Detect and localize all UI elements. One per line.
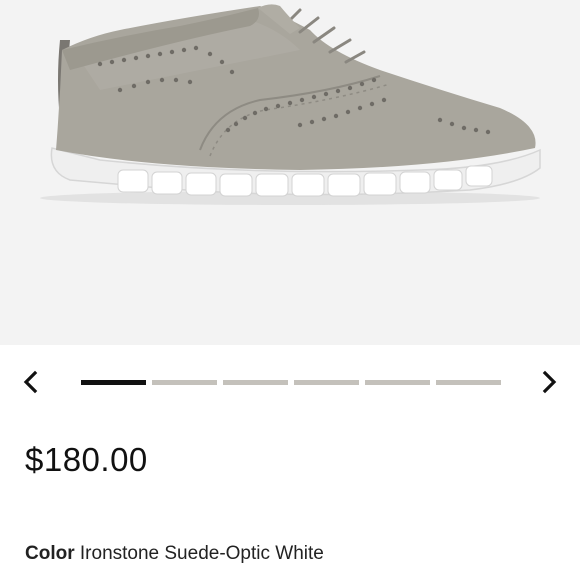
carousel-indicator-2[interactable] bbox=[152, 380, 217, 385]
product-price: $180.00 bbox=[25, 441, 148, 478]
product-color: Color Ironstone Suede-Optic White bbox=[25, 542, 324, 566]
chevron-right-icon[interactable] bbox=[536, 369, 562, 395]
carousel-indicator-5[interactable] bbox=[365, 380, 430, 385]
image-carousel-controls bbox=[0, 345, 580, 420]
product-page: $180.00 Color Ironstone Suede-Optic Whit… bbox=[0, 0, 580, 580]
carousel-indicator-4[interactable] bbox=[294, 380, 359, 385]
carousel-indicator-6[interactable] bbox=[436, 380, 501, 385]
color-value: Ironstone Suede-Optic White bbox=[79, 543, 324, 564]
shoe-illustration bbox=[40, 4, 541, 205]
chevron-left-icon[interactable] bbox=[18, 369, 44, 395]
carousel-indicator-1[interactable] bbox=[81, 380, 146, 385]
carousel-indicators bbox=[81, 380, 501, 385]
color-label: Color bbox=[25, 543, 75, 564]
carousel-indicator-3[interactable] bbox=[223, 380, 288, 385]
product-image[interactable] bbox=[0, 0, 580, 345]
